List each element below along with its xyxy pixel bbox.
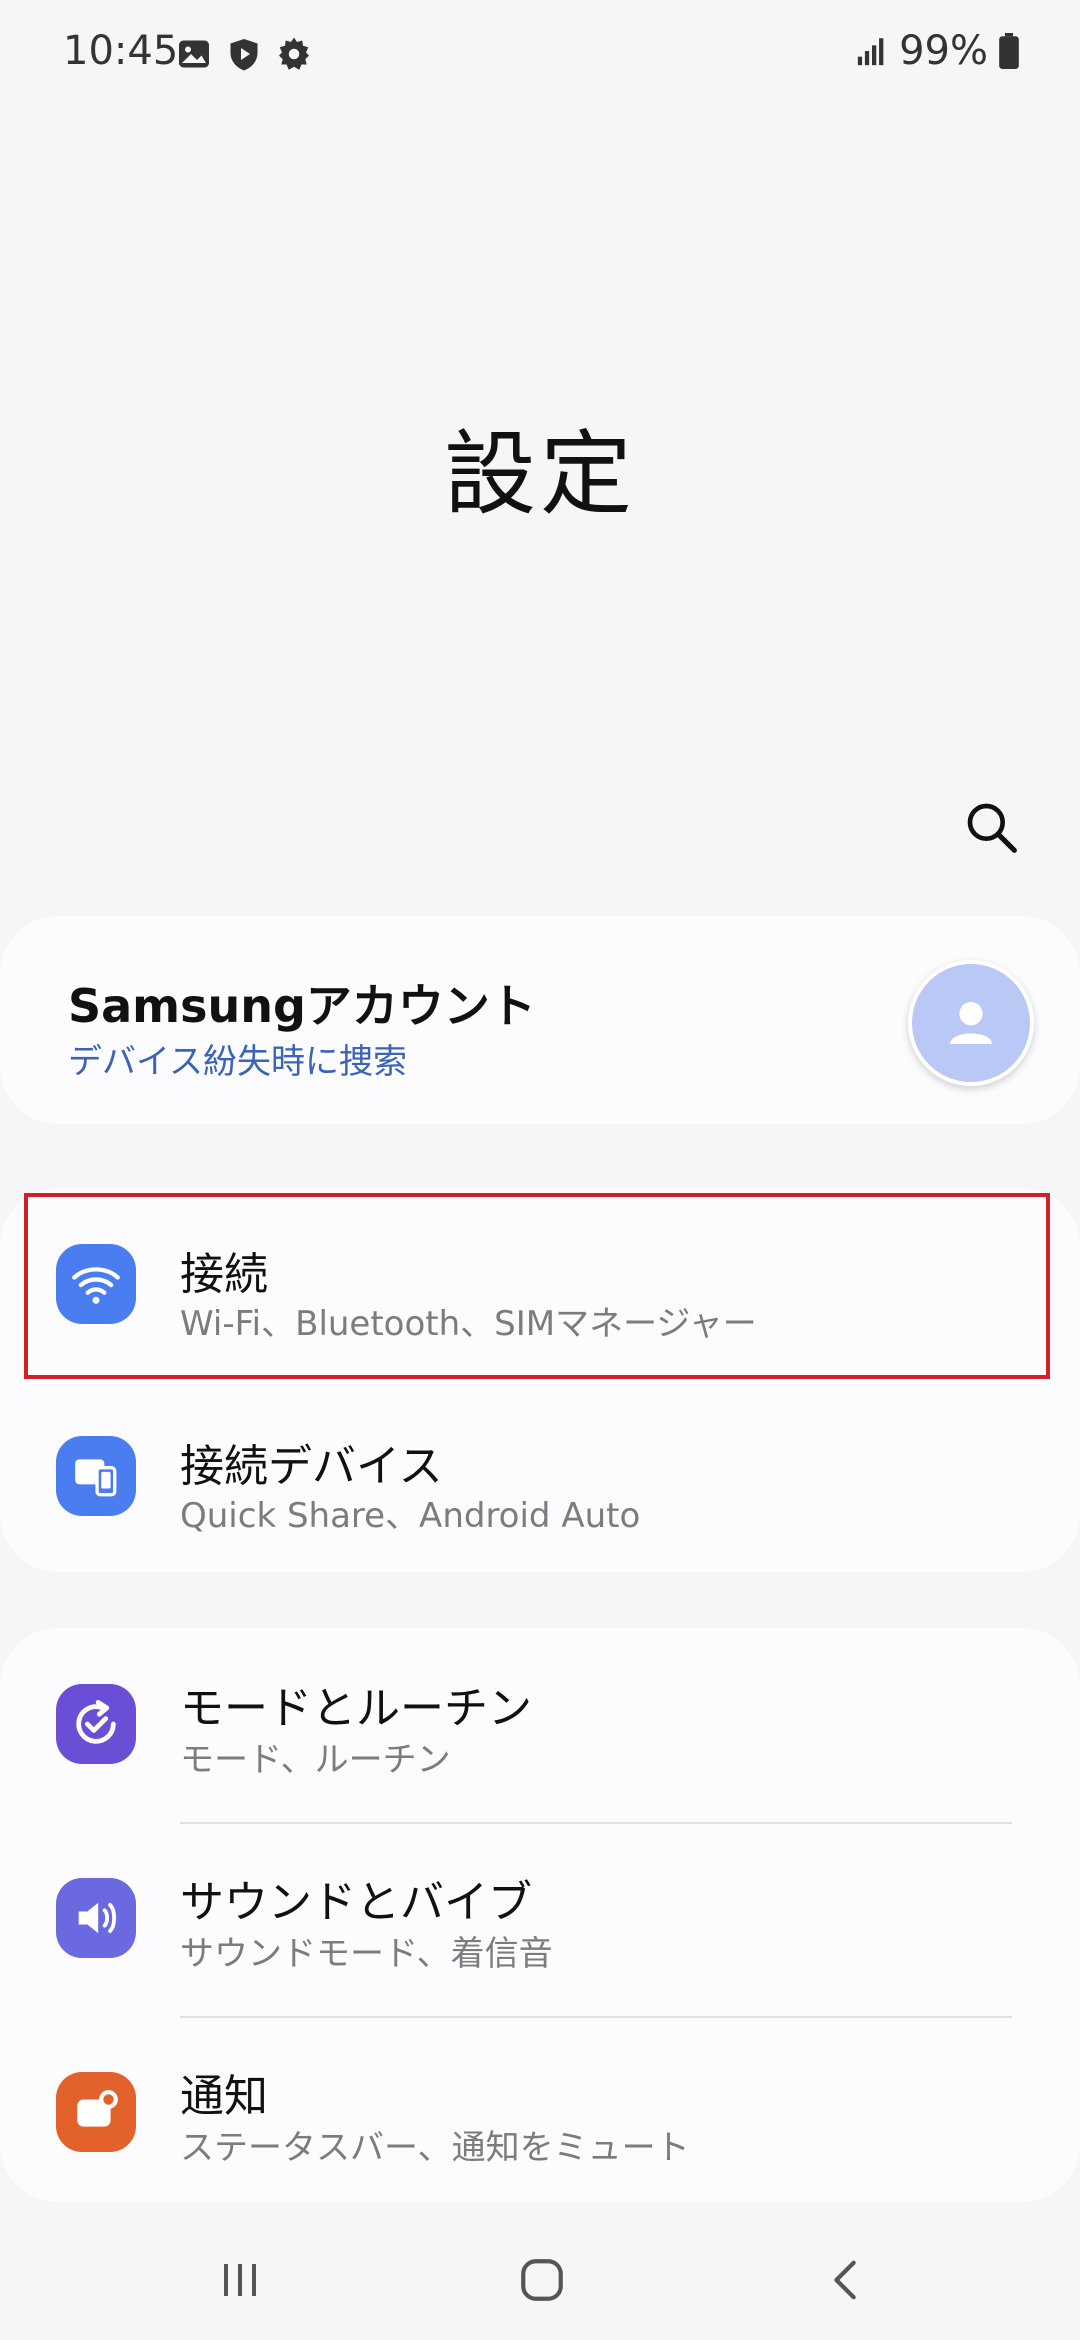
avatar[interactable] — [908, 960, 1034, 1086]
settings-item-title: 通知 — [180, 2071, 268, 2122]
battery-percent: 99% — [899, 28, 988, 74]
settings-item-subtitle: ステータスバー、通知をミュート — [180, 2128, 690, 2168]
person-icon — [950, 1002, 992, 1044]
gear-icon — [279, 37, 309, 70]
gallery-icon — [179, 40, 209, 68]
settings-item-subtitle: Quick Share、Android Auto — [180, 1496, 641, 1536]
settings-item-modes-routines[interactable]: モードとルーチン モード、ルーチン — [0, 1628, 1080, 1820]
back-icon — [834, 2260, 856, 2300]
account-subtitle: デバイス紛失時に捜索 — [68, 1042, 407, 1082]
account-name: Samsungアカウント — [68, 979, 536, 1033]
navigation-bar — [0, 2220, 1080, 2340]
search-icon — [967, 803, 1017, 853]
home-button[interactable] — [502, 2248, 582, 2312]
settings-item-subtitle: モード、ルーチン — [180, 1740, 451, 1780]
recents-button[interactable] — [200, 2248, 280, 2312]
settings-item-title: 接続デバイス — [180, 1441, 443, 1492]
page-title: 設定 — [443, 421, 636, 528]
settings-item-notifications[interactable]: 通知 ステータスバー、通知をミュート — [0, 2016, 1080, 2208]
samsung-account-card[interactable]: Samsungアカウント デバイス紛失時に捜索 — [0, 916, 1080, 1124]
status-time: 10:45 — [63, 28, 179, 74]
settings-item-title: サウンドとバイブ — [180, 1877, 532, 1928]
settings-item-connected-devices[interactable]: 接続デバイス Quick Share、Android Auto — [0, 1380, 1080, 1572]
recents-icon — [224, 2264, 256, 2296]
highlight-box — [24, 1193, 1050, 1379]
search-button[interactable] — [956, 792, 1026, 862]
settings-item-sound-vibration[interactable]: サウンドとバイブ サウンドモード、着信音 — [0, 1822, 1080, 2014]
modes-routines-icon — [56, 1684, 136, 1764]
battery-icon — [999, 33, 1019, 69]
shield-play-icon — [230, 39, 258, 71]
signal-icon — [857, 38, 884, 66]
sound-icon — [56, 1878, 136, 1958]
notification-icon — [56, 2072, 136, 2152]
settings-item-title: モードとルーチン — [180, 1683, 532, 1734]
status-bar: 10:45 99% — [0, 0, 1080, 110]
home-icon — [521, 2259, 563, 2301]
back-button[interactable] — [806, 2248, 886, 2312]
settings-item-subtitle: サウンドモード、着信音 — [180, 1934, 553, 1974]
connected-devices-icon — [56, 1436, 136, 1516]
settings-group-general: モードとルーチン モード、ルーチン サウンドとバイブ サウンドモード、着信音 通… — [0, 1628, 1080, 2202]
